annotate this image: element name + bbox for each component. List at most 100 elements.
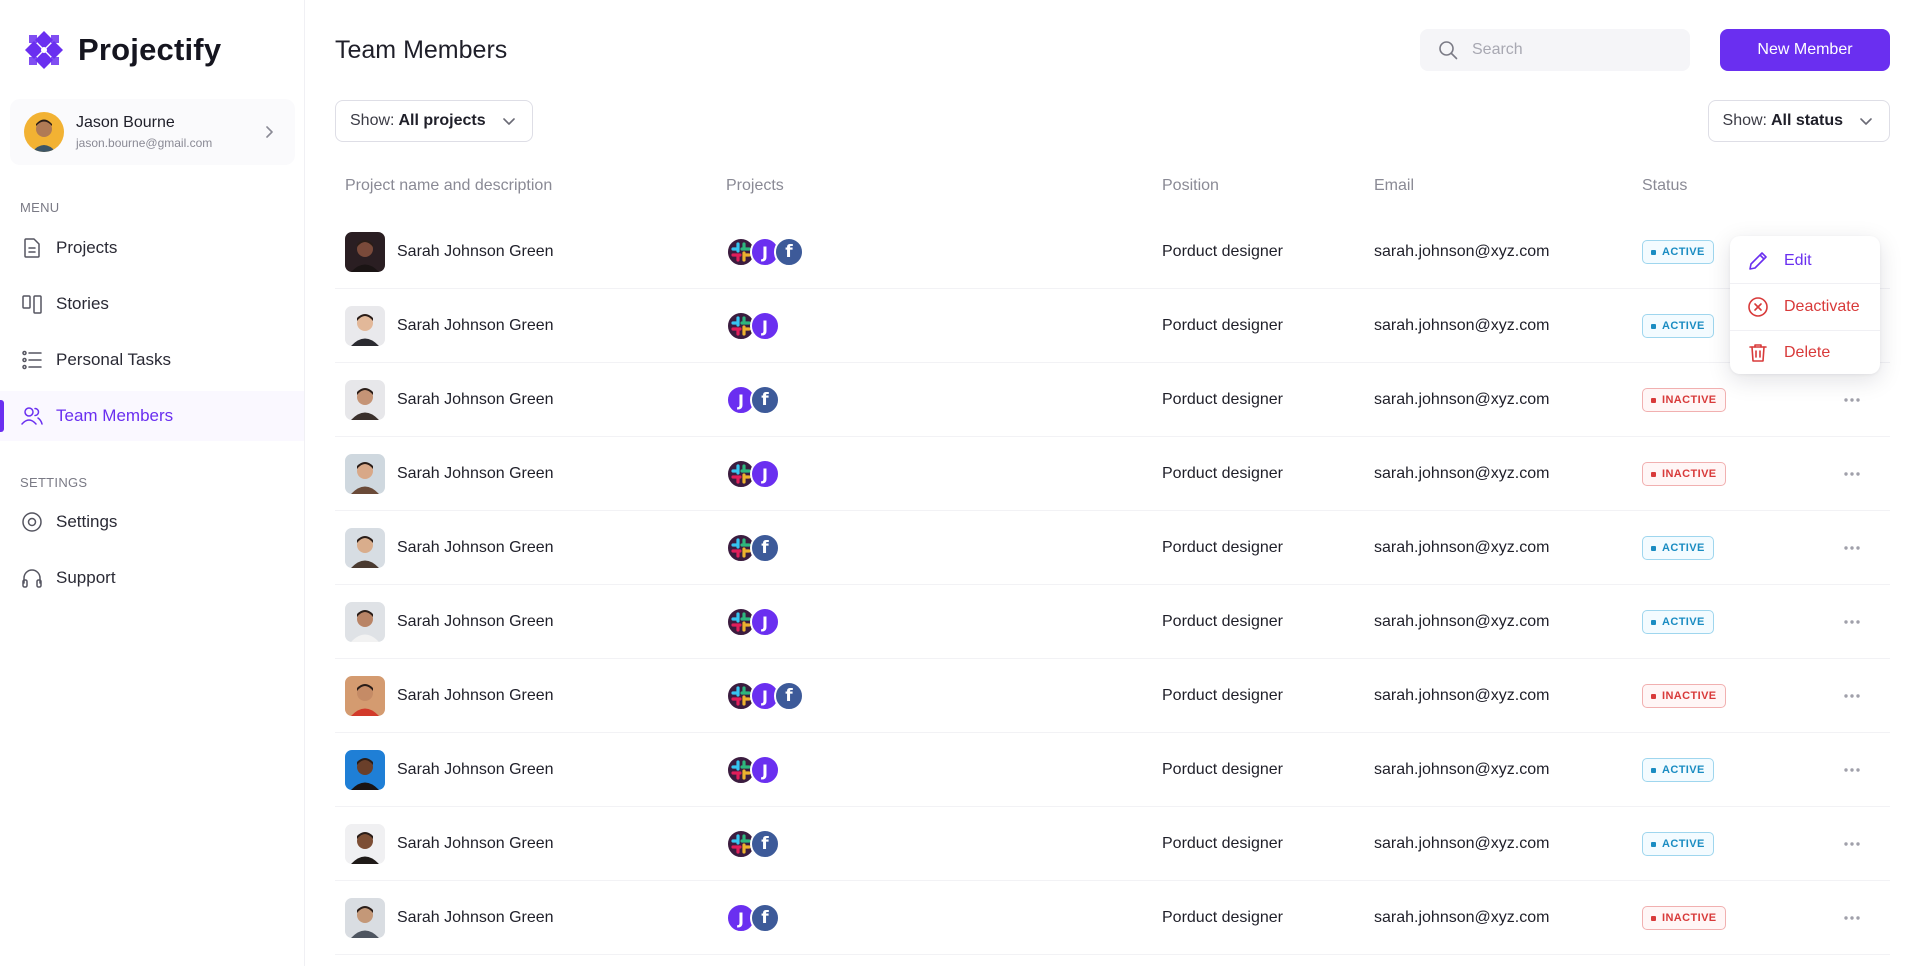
position-cell: Porduct designer [1162,761,1283,778]
filter-value: All projects [398,112,486,129]
sidebar-item-stories[interactable]: Stories [0,279,304,329]
status-filter-dropdown[interactable]: Show: All status [1707,100,1890,142]
more-actions-button[interactable] [1835,585,1869,659]
projectify-logo-icon [25,31,63,69]
gear-icon [22,512,42,532]
more-actions-button[interactable] [1835,881,1869,955]
table-row[interactable]: Sarah Johnson Green J Porduct designer sara… [335,437,1890,511]
facebook-project-icon[interactable]: f [750,533,780,563]
projects-filter-dropdown[interactable]: Show: All projects [335,100,533,142]
table-row[interactable]: Sarah Johnson Green J Porduct designer sara… [335,585,1890,659]
deactivate-menu-item[interactable]: Deactivate [1730,284,1880,330]
sidebar-item-support[interactable]: Support [0,553,304,603]
row-actions-menu: Edit Deactivate Delete [1730,236,1880,374]
jira-project-icon[interactable]: J [750,755,780,785]
avatar [345,528,385,568]
table-row[interactable]: Sarah Johnson Green Jf Porduct designer sar… [335,215,1890,289]
table-row[interactable]: Sarah Johnson Green Jf Porduct designer sar… [335,881,1890,955]
trash-icon [1749,344,1767,362]
status-dot [1651,915,1656,921]
projects-cell: Jf [726,215,804,289]
member-cell: Sarah Johnson Green [345,511,554,585]
column-header-status[interactable]: Status [1642,177,1687,195]
projects-cell: J [726,733,780,807]
jira-project-icon[interactable]: J [750,607,780,637]
more-actions-button[interactable] [1835,511,1869,585]
sidebar-item-settings[interactable]: Settings [0,497,304,547]
column-header-position[interactable]: Position [1162,177,1219,195]
member-cell: Sarah Johnson Green [345,659,554,733]
position-cell: Porduct designer [1162,613,1283,630]
email-cell: sarah.johnson@xyz.com [1374,465,1550,482]
jira-project-icon[interactable]: J [750,311,780,341]
jira-project-icon[interactable]: J [750,459,780,489]
sidebar-item-personal-tasks[interactable]: Personal Tasks [0,335,304,385]
email-cell: sarah.johnson@xyz.com [1374,835,1550,852]
more-horizontal-icon [1844,916,1860,920]
status-badge: INACTIVE [1642,388,1726,412]
status-dot [1651,397,1656,403]
table-row[interactable]: Sarah Johnson Green Jf Porduct designer sar… [335,659,1890,733]
member-name: Sarah Johnson Green [397,539,554,556]
table-row[interactable]: Sarah Johnson Green f Porduct designer sara… [335,511,1890,585]
x-circle-icon [1748,297,1768,317]
table-row[interactable]: Sarah Johnson Green J Porduct designer sara… [335,289,1890,363]
facebook-project-icon[interactable]: f [774,237,804,267]
table-row[interactable]: Sarah Johnson Green J Porduct designer sara… [335,733,1890,807]
position-cell: Porduct designer [1162,243,1283,260]
table-row[interactable]: Sarah Johnson Green f Porduct designer sara… [335,807,1890,881]
new-member-button[interactable]: New Member [1720,29,1890,71]
member-cell: Sarah Johnson Green [345,881,554,955]
settings-heading: SETTINGS [20,475,88,490]
member-name: Sarah Johnson Green [397,613,554,630]
status-label: INACTIVE [1662,690,1717,702]
sidebar-item-team-members[interactable]: Team Members [0,391,304,441]
search-box[interactable] [1420,29,1690,71]
columns-icon [22,295,42,314]
status-dot [1651,249,1656,255]
more-horizontal-icon [1844,842,1860,846]
more-actions-button[interactable] [1835,807,1869,881]
status-cell: ACTIVE [1642,807,1714,881]
edit-menu-item[interactable]: Edit [1730,238,1880,284]
menu-heading: MENU [20,200,60,215]
avatar [24,112,64,152]
projects-cell: J [726,437,780,511]
chevron-right-icon[interactable] [259,122,279,142]
avatar [345,454,385,494]
file-icon [24,238,40,258]
projects-cell: Jf [726,659,804,733]
ctx-label: Deactivate [1784,298,1860,315]
column-header-projects[interactable]: Projects [726,177,784,195]
sidebar: Projectify Jason Bourne jason.bourne@gma… [0,0,305,966]
avatar [345,232,385,272]
position-cell: Porduct designer [1162,835,1283,852]
list-icon [22,350,42,370]
more-horizontal-icon [1844,472,1860,476]
delete-menu-item[interactable]: Delete [1730,330,1880,376]
member-name: Sarah Johnson Green [397,687,554,704]
table-row[interactable]: Sarah Johnson Green Jf Porduct designer sar… [335,363,1890,437]
email-cell: sarah.johnson@xyz.com [1374,317,1550,334]
facebook-project-icon[interactable]: f [750,829,780,859]
more-actions-button[interactable] [1835,733,1869,807]
column-header-email[interactable]: Email [1374,177,1414,195]
brand[interactable]: Projectify [22,28,221,72]
more-actions-button[interactable] [1835,437,1869,511]
email-cell: sarah.johnson@xyz.com [1374,761,1550,778]
status-dot [1651,841,1656,847]
email-cell: sarah.johnson@xyz.com [1374,687,1550,704]
search-input[interactable] [1472,41,1672,59]
more-horizontal-icon [1844,620,1860,624]
more-actions-button[interactable] [1835,659,1869,733]
facebook-project-icon[interactable]: f [750,385,780,415]
sidebar-item-projects[interactable]: Projects [0,223,304,273]
facebook-project-icon[interactable]: f [750,903,780,933]
status-dot [1651,767,1656,773]
facebook-project-icon[interactable]: f [774,681,804,711]
member-name: Sarah Johnson Green [397,391,554,408]
user-profile-card[interactable]: Jason Bourne jason.bourne@gmail.com [10,99,295,165]
avatar [345,750,385,790]
member-cell: Sarah Johnson Green [345,289,554,363]
column-header-name[interactable]: Project name and description [345,177,552,195]
